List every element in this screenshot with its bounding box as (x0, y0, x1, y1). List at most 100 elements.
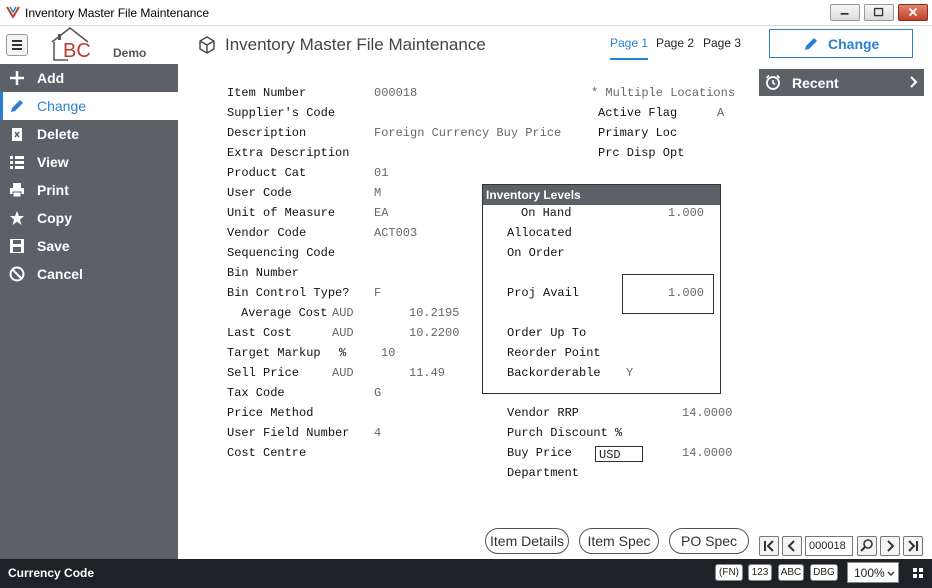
last-record-icon (908, 540, 918, 552)
plus-icon (10, 71, 24, 85)
sidebar-item-label: Change (37, 98, 87, 114)
on-order-label: On Order (507, 246, 565, 260)
sidebar-item-add[interactable]: Add (0, 64, 178, 92)
description-field[interactable]: Foreign Currency Buy Price (374, 126, 561, 140)
menu-button[interactable] (6, 34, 28, 56)
status-text: Currency Code (8, 566, 95, 580)
average-cost-currency: AUD (332, 306, 354, 320)
sidebar-item-view[interactable]: View (0, 148, 178, 176)
target-markup-field[interactable]: 10 (381, 346, 395, 360)
user-field-number-field[interactable]: 4 (374, 426, 381, 440)
status-bar: Currency Code (FN) 123 ABC DBG 100% (0, 559, 932, 588)
sell-price-field[interactable]: 11.49 (409, 366, 445, 380)
active-flag-field[interactable]: A (717, 106, 724, 120)
description-label: Description (227, 126, 307, 140)
product-cat-field[interactable]: 01 (374, 166, 388, 180)
sell-price-label: Sell Price (227, 366, 300, 380)
change-button[interactable]: Change (769, 29, 913, 58)
star-icon (10, 211, 24, 225)
average-cost-field[interactable]: 10.2195 (409, 306, 459, 320)
sidebar-item-delete[interactable]: Delete (0, 120, 178, 148)
vendor-rrp-label: Vendor RRP (507, 406, 580, 420)
vendor-code-field[interactable]: ACT003 (374, 226, 417, 240)
sidebar-item-label: Copy (37, 210, 72, 226)
first-record-icon (764, 540, 774, 552)
minimize-icon (840, 12, 849, 15)
next-record-button[interactable] (880, 536, 900, 556)
minimize-button[interactable] (830, 4, 860, 21)
po-spec-button[interactable]: PO Spec (669, 528, 749, 554)
logo-subtitle: Demo (113, 46, 147, 60)
sidebar-item-label: View (37, 154, 69, 170)
tab-page-2[interactable]: Page 2 (656, 36, 694, 58)
maximize-button[interactable] (864, 4, 894, 21)
sequencing-code-label: Sequencing Code (227, 246, 336, 260)
zoom-select[interactable]: 100% (847, 562, 899, 583)
window-title: Inventory Master File Maintenance (25, 6, 210, 20)
item-number-field[interactable]: 000018 (374, 86, 417, 100)
grid-icon[interactable] (913, 568, 923, 578)
sidebar-item-save[interactable]: Save (0, 232, 178, 260)
buy-price-field[interactable]: 14.0000 (682, 446, 732, 460)
text-mode-badge[interactable]: ABC (778, 564, 804, 581)
sidebar-item-cancel[interactable]: Cancel (0, 260, 178, 288)
sidebar-item-change[interactable]: Change (0, 92, 178, 120)
product-cat-label: Product Cat (227, 166, 307, 180)
buy-price-currency-input[interactable]: USD (595, 446, 643, 462)
sidebar-item-print[interactable]: Print (0, 176, 178, 204)
logo-text: BC (63, 40, 91, 62)
chevron-left-icon (787, 540, 795, 552)
item-spec-button[interactable]: Item Spec (579, 528, 659, 554)
bin-control-type-field[interactable]: F (374, 286, 381, 300)
on-hand-label: On Hand (521, 206, 572, 220)
last-record-button[interactable] (903, 536, 923, 556)
proj-avail-label: Proj Avail (507, 286, 580, 300)
logo: BC Demo (50, 26, 150, 62)
vendor-rrp-field[interactable]: 14.0000 (682, 406, 732, 420)
close-button[interactable] (898, 4, 928, 21)
previous-record-button[interactable] (782, 536, 802, 556)
user-field-number-label: User Field Number (227, 426, 350, 440)
sidebar-item-label: Save (37, 238, 70, 254)
sidebar-item-copy[interactable]: Copy (0, 204, 178, 232)
chevron-right-icon (910, 76, 918, 88)
last-cost-field[interactable]: 10.2200 (409, 326, 459, 340)
pencil-icon (805, 38, 817, 50)
trash-icon (12, 128, 22, 141)
average-cost-label: Average Cost (241, 306, 328, 320)
order-up-to-label: Order Up To (507, 326, 587, 340)
list-icon (10, 156, 24, 169)
record-number-input[interactable]: 000018 (805, 536, 853, 556)
search-record-button[interactable] (857, 536, 877, 556)
purch-discount-label: Purch Discount % (507, 426, 623, 440)
user-code-field[interactable]: M (374, 186, 381, 200)
tax-code-label: Tax Code (227, 386, 285, 400)
debug-badge[interactable]: DBG (810, 564, 838, 581)
target-markup-label: Target Markup (227, 346, 321, 360)
backorderable-field[interactable]: Y (626, 366, 633, 380)
alarm-clock-icon (765, 74, 781, 90)
last-cost-label: Last Cost (227, 326, 292, 340)
bin-control-type-label: Bin Control Type? (227, 286, 350, 300)
vendor-code-label: Vendor Code (227, 226, 307, 240)
tab-page-3[interactable]: Page 3 (703, 36, 741, 58)
recent-panel-toggle[interactable]: Recent (759, 69, 924, 96)
unit-of-measure-label: Unit of Measure (227, 206, 336, 220)
change-button-label: Change (828, 36, 880, 52)
fn-badge[interactable]: (FN) (715, 564, 743, 581)
item-details-button[interactable]: Item Details (485, 528, 569, 554)
recent-label: Recent (792, 75, 839, 91)
on-hand-field: 1.000 (668, 206, 705, 220)
tab-page-1[interactable]: Page 1 (610, 36, 649, 60)
first-record-button[interactable] (759, 536, 779, 556)
tax-code-field[interactable]: G (374, 386, 381, 400)
sidebar-item-label: Delete (37, 126, 80, 142)
price-method-label: Price Method (227, 406, 314, 420)
sell-price-currency: AUD (332, 366, 354, 380)
house-logo-icon: BC (51, 27, 91, 62)
numeric-mode-badge[interactable]: 123 (748, 564, 772, 581)
backorderable-label: Backorderable (507, 366, 601, 380)
unit-of-measure-field[interactable]: EA (374, 206, 388, 220)
primary-loc-label: Primary Loc (598, 126, 678, 140)
title-bar: Inventory Master File Maintenance (0, 0, 932, 26)
